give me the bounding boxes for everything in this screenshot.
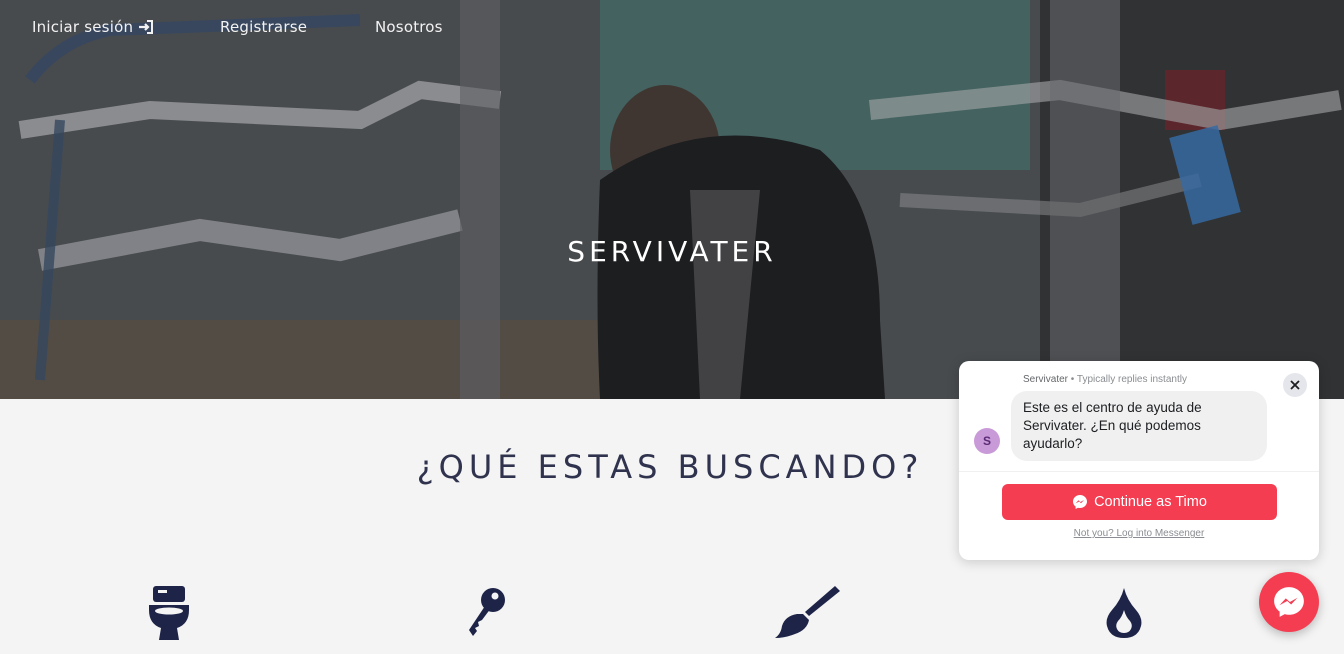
chat-reply-status: Typically replies instantly <box>1076 374 1187 385</box>
hero-background-photo <box>0 0 1344 399</box>
continue-as-label: Continue as Timo <box>1094 494 1207 510</box>
chat-header-separator: • <box>1068 374 1077 385</box>
service-gas[interactable] <box>1089 586 1159 642</box>
fire-icon <box>1106 588 1142 638</box>
chat-divider <box>959 471 1319 472</box>
messenger-icon <box>1073 495 1088 509</box>
paint-brush-icon <box>775 586 840 638</box>
chat-page-name: Servivater <box>1023 374 1069 385</box>
service-plumbing[interactable] <box>134 586 204 642</box>
toilet-icon <box>149 586 189 640</box>
sign-in-icon <box>138 19 154 35</box>
messenger-launcher-button[interactable] <box>1259 572 1319 632</box>
log-into-messenger-link[interactable]: Not you? Log into Messenger <box>959 528 1319 539</box>
key-icon <box>469 588 505 636</box>
chat-close-button[interactable] <box>1283 373 1307 397</box>
login-link[interactable]: Iniciar sesión <box>32 18 154 36</box>
site-brand-title: SERVIVATER <box>567 235 777 268</box>
chat-page-avatar: S <box>974 428 1000 454</box>
service-painting[interactable] <box>772 586 842 642</box>
service-locksmith[interactable] <box>452 586 522 642</box>
register-link[interactable]: Registrarse <box>220 18 307 36</box>
about-link[interactable]: Nosotros <box>375 18 443 36</box>
login-label: Iniciar sesión <box>32 18 134 36</box>
hero-banner: Iniciar sesión Registrarse Nosotros SERV… <box>0 0 1344 399</box>
messenger-chat-popup: Servivater • Typically replies instantly… <box>959 361 1319 560</box>
chat-greeting-message: Este es el centro de ayuda de Servivater… <box>1011 391 1267 461</box>
chat-header: Servivater • Typically replies instantly <box>1023 374 1187 385</box>
messenger-icon <box>1274 587 1304 617</box>
continue-as-button[interactable]: Continue as Timo <box>1002 484 1277 520</box>
close-icon <box>1290 380 1300 390</box>
top-navigation: Iniciar sesión Registrarse Nosotros <box>0 18 1344 42</box>
